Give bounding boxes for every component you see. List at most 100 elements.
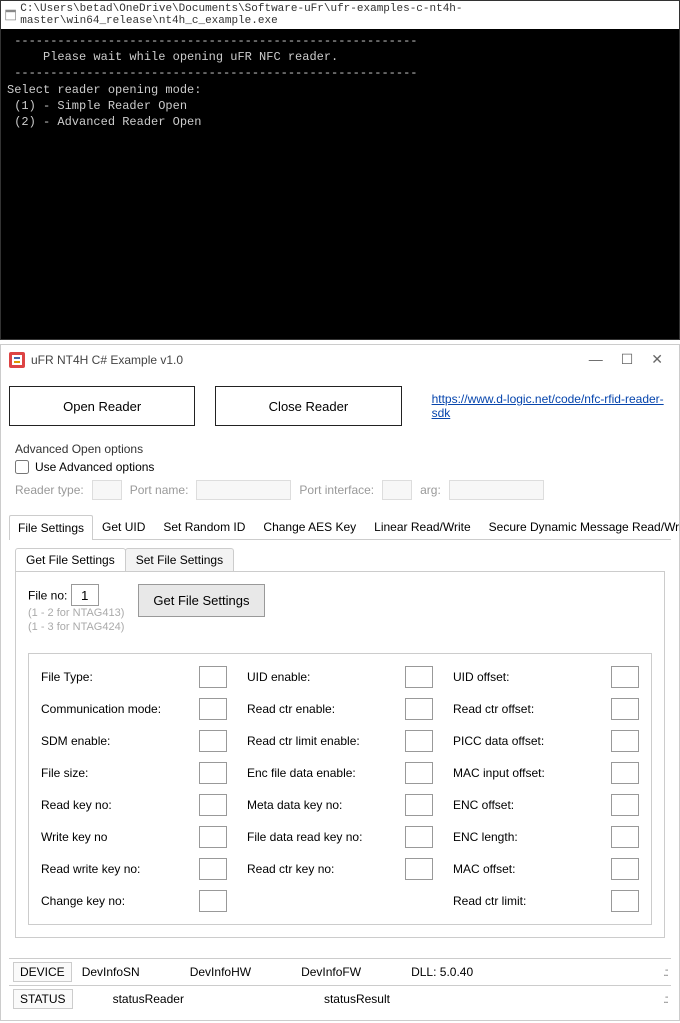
file-type-label: File Type: bbox=[41, 670, 93, 684]
uid-enable-label: UID enable: bbox=[247, 670, 310, 684]
console-icon bbox=[5, 9, 16, 21]
port-name-label: Port name: bbox=[130, 483, 189, 497]
read-ctr-key-no-input[interactable] bbox=[405, 858, 433, 880]
maximize-button[interactable]: ☐ bbox=[621, 351, 634, 368]
read-ctr-offset-label: Read ctr offset: bbox=[453, 702, 534, 716]
reader-type-label: Reader type: bbox=[15, 483, 84, 497]
mac-input-offset-input[interactable] bbox=[611, 762, 639, 784]
port-interface-input bbox=[382, 480, 412, 500]
tab-set-random-id[interactable]: Set Random ID bbox=[154, 514, 254, 539]
main-tabs: File Settings Get UID Set Random ID Chan… bbox=[9, 514, 671, 540]
mac-input-offset-label: MAC input offset: bbox=[453, 766, 545, 780]
picc-data-offset-input[interactable] bbox=[611, 730, 639, 752]
enc-length-input[interactable] bbox=[611, 826, 639, 848]
read-ctr-limit-label: Read ctr limit: bbox=[453, 894, 526, 908]
file-no-label: File no: bbox=[28, 589, 67, 603]
advanced-legend: Advanced Open options bbox=[15, 442, 671, 456]
file-type-input[interactable] bbox=[199, 666, 227, 688]
sdm-enable-label: SDM enable: bbox=[41, 734, 110, 748]
subtab-get-file-settings[interactable]: Get File Settings bbox=[15, 548, 126, 571]
comm-mode-label: Communication mode: bbox=[41, 702, 161, 716]
tab-get-uid[interactable]: Get UID bbox=[93, 514, 154, 539]
port-interface-label: Port interface: bbox=[299, 483, 374, 497]
picc-data-offset-label: PICC data offset: bbox=[453, 734, 544, 748]
write-key-no-label: Write key no bbox=[41, 830, 107, 844]
file-no-hint2: (1 - 3 for NTAG424) bbox=[28, 620, 124, 634]
enc-file-data-enable-label: Enc file data enable: bbox=[247, 766, 356, 780]
mac-offset-label: MAC offset: bbox=[453, 862, 515, 876]
change-key-no-label: Change key no: bbox=[41, 894, 125, 908]
read-key-no-input[interactable] bbox=[199, 794, 227, 816]
window-title: uFR NT4H C# Example v1.0 bbox=[31, 353, 183, 367]
use-advanced-checkbox[interactable] bbox=[15, 460, 29, 474]
enc-offset-label: ENC offset: bbox=[453, 798, 514, 812]
close-button[interactable]: ✕ bbox=[651, 351, 663, 368]
reader-type-input bbox=[92, 480, 122, 500]
read-write-key-no-label: Read write key no: bbox=[41, 862, 140, 876]
titlebar: uFR NT4H C# Example v1.0 — ☐ ✕ bbox=[1, 345, 679, 374]
enc-offset-input[interactable] bbox=[611, 794, 639, 816]
dev-info-sn: DevInfoSN bbox=[82, 965, 140, 979]
subtab-set-file-settings[interactable]: Set File Settings bbox=[125, 548, 234, 571]
file-no-input[interactable] bbox=[71, 584, 99, 606]
get-file-settings-button[interactable]: Get File Settings bbox=[138, 584, 264, 617]
tab-sdm-rw[interactable]: Secure Dynamic Message Read/Write bbox=[480, 514, 680, 539]
console-window: C:\Users\betad\OneDrive\Documents\Softwa… bbox=[0, 0, 680, 340]
uid-enable-input[interactable] bbox=[405, 666, 433, 688]
file-size-label: File size: bbox=[41, 766, 88, 780]
use-advanced-label: Use Advanced options bbox=[35, 460, 154, 474]
sdk-link[interactable]: https://www.d-logic.net/code/nfc-rfid-re… bbox=[432, 392, 671, 420]
sub-tabs: Get File Settings Set File Settings bbox=[15, 548, 671, 571]
console-output: ----------------------------------------… bbox=[1, 29, 679, 339]
resize-grip-icon: .:: bbox=[663, 992, 667, 1006]
enc-length-label: ENC length: bbox=[453, 830, 518, 844]
arg-input bbox=[449, 480, 544, 500]
read-ctr-enable-input[interactable] bbox=[405, 698, 433, 720]
tab-linear-rw[interactable]: Linear Read/Write bbox=[365, 514, 480, 539]
uid-offset-input[interactable] bbox=[611, 666, 639, 688]
fields-grid: File Type: UID enable: UID offset: Commu… bbox=[28, 653, 652, 925]
read-key-no-label: Read key no: bbox=[41, 798, 112, 812]
read-ctr-key-no-label: Read ctr key no: bbox=[247, 862, 334, 876]
status-result: statusResult bbox=[324, 992, 390, 1006]
minimize-button[interactable]: — bbox=[589, 351, 603, 368]
console-title-text: C:\Users\betad\OneDrive\Documents\Softwa… bbox=[20, 3, 675, 27]
write-key-no-input[interactable] bbox=[199, 826, 227, 848]
meta-data-key-no-label: Meta data key no: bbox=[247, 798, 342, 812]
read-ctr-limit-enable-input[interactable] bbox=[405, 730, 433, 752]
status-row-device: DEVICE DevInfoSN DevInfoHW DevInfoFW DLL… bbox=[9, 958, 671, 985]
read-write-key-no-input[interactable] bbox=[199, 858, 227, 880]
file-settings-panel: File no: (1 - 2 for NTAG413) (1 - 3 for … bbox=[15, 571, 665, 938]
app-icon bbox=[9, 352, 25, 368]
status-reader: statusReader bbox=[113, 992, 184, 1006]
uid-offset-label: UID offset: bbox=[453, 670, 509, 684]
read-ctr-limit-input[interactable] bbox=[611, 890, 639, 912]
mac-offset-input[interactable] bbox=[611, 858, 639, 880]
change-key-no-input[interactable] bbox=[199, 890, 227, 912]
read-ctr-limit-enable-label: Read ctr limit enable: bbox=[247, 734, 360, 748]
arg-label: arg: bbox=[420, 483, 441, 497]
tab-change-aes-key[interactable]: Change AES Key bbox=[254, 514, 365, 539]
close-reader-button[interactable]: Close Reader bbox=[215, 386, 401, 426]
console-titlebar: C:\Users\betad\OneDrive\Documents\Softwa… bbox=[1, 1, 679, 29]
device-label: DEVICE bbox=[13, 962, 72, 982]
file-data-read-key-no-label: File data read key no: bbox=[247, 830, 362, 844]
file-data-read-key-no-input[interactable] bbox=[405, 826, 433, 848]
status-row-status: STATUS statusReader statusResult .:: bbox=[9, 985, 671, 1012]
dev-info-fw: DevInfoFW bbox=[301, 965, 361, 979]
port-name-input bbox=[196, 480, 291, 500]
meta-data-key-no-input[interactable] bbox=[405, 794, 433, 816]
app-window: uFR NT4H C# Example v1.0 — ☐ ✕ Open Read… bbox=[0, 344, 680, 1021]
open-reader-button[interactable]: Open Reader bbox=[9, 386, 195, 426]
enc-file-data-enable-input[interactable] bbox=[405, 762, 433, 784]
sdm-enable-input[interactable] bbox=[199, 730, 227, 752]
comm-mode-input[interactable] bbox=[199, 698, 227, 720]
dev-info-hw: DevInfoHW bbox=[190, 965, 251, 979]
file-no-hint1: (1 - 2 for NTAG413) bbox=[28, 606, 124, 620]
status-label: STATUS bbox=[13, 989, 73, 1009]
resize-grip-icon: .:: bbox=[663, 965, 667, 979]
dll-version: DLL: 5.0.40 bbox=[411, 965, 473, 979]
tab-file-settings[interactable]: File Settings bbox=[9, 515, 93, 540]
read-ctr-offset-input[interactable] bbox=[611, 698, 639, 720]
file-size-input[interactable] bbox=[199, 762, 227, 784]
